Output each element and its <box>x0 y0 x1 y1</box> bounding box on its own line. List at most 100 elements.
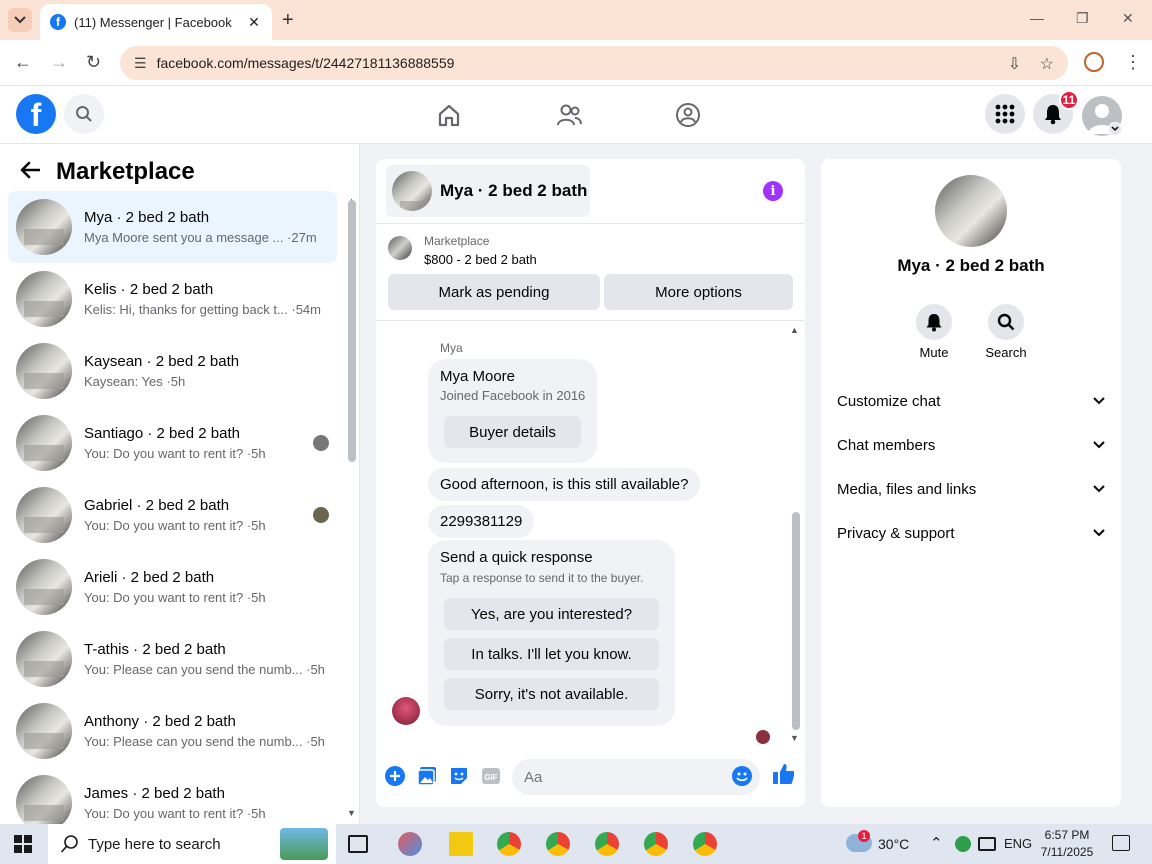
weather-temperature[interactable]: 30°C <box>878 836 909 852</box>
listing-price-title[interactable]: $800 - 2 bed 2 bath <box>424 252 537 267</box>
chat-scrollbar[interactable] <box>792 512 800 730</box>
search-in-conversation-button[interactable] <box>988 304 1024 340</box>
conversation-item[interactable]: Gabriel · 2 bed 2 bath You: Do you want t… <box>8 479 337 551</box>
conversation-name: James · 2 bed 2 bath <box>84 785 225 802</box>
photo-icon[interactable] <box>416 765 438 787</box>
menu-grid-button[interactable] <box>985 94 1025 134</box>
back-icon[interactable]: ← <box>14 52 32 73</box>
conversation-name: Anthony · 2 bed 2 bath <box>84 713 236 730</box>
forward-icon[interactable]: → <box>50 52 68 73</box>
buyer-joined: Joined Facebook in 2016 <box>440 388 586 403</box>
tray-app-icon[interactable] <box>955 836 971 852</box>
taskbar-search-box[interactable]: Type here to search <box>48 824 336 864</box>
more-options-button[interactable]: More options <box>604 274 793 310</box>
listing-thumbnail <box>16 199 72 255</box>
conversation-item[interactable]: Anthony · 2 bed 2 bath You: Please can yo… <box>8 695 337 767</box>
facebook-logo-icon[interactable]: f <box>16 94 56 134</box>
network-icon[interactable] <box>978 837 996 851</box>
conversation-item[interactable]: Kaysean · 2 bed 2 bath Kaysean: Yes ·5h <box>8 335 337 407</box>
sender-avatar[interactable] <box>392 697 420 725</box>
chrome-icon[interactable] <box>497 832 521 856</box>
chat-members-section[interactable]: Chat members <box>837 427 1105 463</box>
facebook-header: f <box>0 86 1152 144</box>
buyer-details-button[interactable]: Buyer details <box>444 416 581 448</box>
message-bubble: Good afternoon, is this still available? <box>428 468 701 501</box>
chrome-icon[interactable] <box>546 832 570 856</box>
mark-as-pending-button[interactable]: Mark as pending <box>388 274 600 310</box>
conversation-preview: You: Do you want to rent it? ·5h <box>84 446 266 461</box>
emoji-icon[interactable] <box>732 766 752 786</box>
show-hidden-icons-chevron-icon[interactable]: ⌃ <box>930 834 943 852</box>
bookmark-star-icon[interactable]: ☆ <box>1040 56 1054 73</box>
back-arrow-icon[interactable] <box>20 159 41 185</box>
chat-scroll-down-icon[interactable]: ▼ <box>790 733 799 743</box>
listing-thumbnail <box>16 415 72 471</box>
task-view-icon[interactable] <box>348 835 368 853</box>
section-label: Media, files and links <box>837 480 977 498</box>
info-icon[interactable]: i <box>763 181 783 201</box>
sticky-notes-icon[interactable] <box>449 832 473 856</box>
address-bar[interactable]: ☰ facebook.com/messages/t/24427181136888… <box>120 46 1068 80</box>
conversation-item[interactable]: Mya · 2 bed 2 bath Mya Moore sent you a m… <box>8 191 337 263</box>
quick-response-option[interactable]: In talks. I'll let you know. <box>444 638 659 670</box>
new-tab-button[interactable]: + <box>282 9 294 32</box>
mute-button[interactable] <box>916 304 952 340</box>
message-sender-name: Mya <box>440 341 463 355</box>
listing-thumbnail <box>16 631 72 687</box>
facebook-search-button[interactable] <box>64 94 104 134</box>
restore-icon[interactable]: ❐ <box>1076 10 1089 27</box>
paint-app-icon[interactable] <box>398 832 422 856</box>
chrome-icon[interactable] <box>595 832 619 856</box>
quick-response-option[interactable]: Sorry, it's not available. <box>444 678 659 710</box>
chrome-icon[interactable] <box>693 832 717 856</box>
mute-label: Mute <box>919 345 949 360</box>
conversation-item[interactable]: T-athis · 2 bed 2 bath You: Please can yo… <box>8 623 337 695</box>
browser-tab[interactable]: f (11) Messenger | Facebook ✕ <box>40 4 272 40</box>
privacy-support-section[interactable]: Privacy & support <box>837 515 1105 551</box>
quick-response-option[interactable]: Yes, are you interested? <box>444 598 659 630</box>
like-thumbs-up-icon[interactable] <box>772 763 794 785</box>
chat-header[interactable]: Mya · 2 bed 2 bath <box>386 165 590 217</box>
bell-icon <box>1045 105 1061 125</box>
home-nav-icon[interactable] <box>434 100 464 130</box>
language-indicator[interactable]: ENG <box>1004 836 1032 851</box>
conversation-preview: You: Do you want to rent it? ·5h <box>84 590 266 605</box>
chrome-menu-icon[interactable]: ⋮ <box>1124 52 1142 73</box>
sidebar-scrollbar[interactable] <box>348 200 356 462</box>
minimize-icon[interactable]: — <box>1030 10 1044 26</box>
gif-icon[interactable]: GIF <box>480 765 502 787</box>
conversation-item[interactable]: Kelis · 2 bed 2 bath Kelis: Hi, thanks fo… <box>8 263 337 335</box>
quick-response-subtitle: Tap a response to send it to the buyer. <box>440 571 644 585</box>
friends-nav-icon[interactable] <box>554 100 584 130</box>
media-files-links-section[interactable]: Media, files and links <box>837 471 1105 507</box>
conversation-item[interactable]: James · 2 bed 2 bath You: Do you want to … <box>8 767 337 824</box>
chrome-icon[interactable] <box>644 832 668 856</box>
taskbar-clock[interactable]: 6:57 PM 7/11/2025 <box>1034 827 1100 861</box>
section-label: Privacy & support <box>837 524 955 542</box>
scroll-down-arrow-icon[interactable]: ▼ <box>347 808 356 818</box>
search-label: Search <box>985 345 1027 360</box>
conversation-item[interactable]: Santiago · 2 bed 2 bath You: Do you want … <box>8 407 337 479</box>
weather-badge: 1 <box>858 830 870 842</box>
notification-center-icon[interactable] <box>1112 835 1130 851</box>
install-app-icon[interactable]: ⇩ <box>1008 56 1021 73</box>
message-input[interactable] <box>512 759 760 795</box>
windows-taskbar: Type here to search 1 30°C ⌃ ENG 6:57 PM… <box>0 824 1152 864</box>
close-window-icon[interactable]: ✕ <box>1122 10 1134 27</box>
site-settings-icon[interactable]: ☰ <box>134 55 147 72</box>
groups-nav-icon[interactable] <box>673 100 703 130</box>
windows-start-icon[interactable] <box>14 835 32 853</box>
message-input-field[interactable] <box>524 768 724 786</box>
reload-icon[interactable]: ↻ <box>86 52 101 73</box>
conversation-item[interactable]: Arieli · 2 bed 2 bath You: Do you want to… <box>8 551 337 623</box>
close-tab-icon[interactable]: ✕ <box>246 14 262 31</box>
facebook-favicon-icon: f <box>50 14 66 30</box>
account-chevron-icon[interactable] <box>1108 122 1122 136</box>
chrome-profile-icon[interactable] <box>1084 52 1104 72</box>
sticker-icon[interactable] <box>448 765 470 787</box>
tab-title: (11) Messenger | Facebook <box>74 14 232 30</box>
plus-icon[interactable] <box>384 765 406 787</box>
customize-chat-section[interactable]: Customize chat <box>837 383 1105 419</box>
chat-scroll-up-icon[interactable]: ▲ <box>790 325 799 335</box>
tab-search-dropdown[interactable] <box>8 8 32 32</box>
